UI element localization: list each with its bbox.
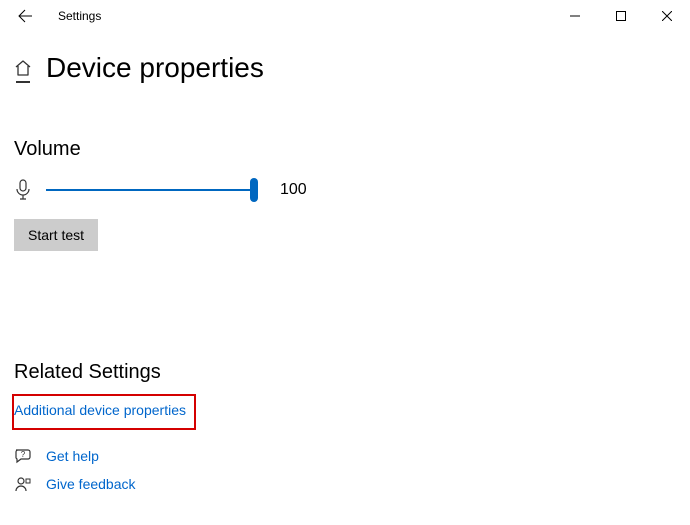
additional-device-properties-link[interactable]: Additional device properties [14,402,186,418]
volume-heading: Volume [14,138,676,161]
window-controls [552,0,690,32]
home-underline [16,81,30,83]
volume-control-row: 100 [14,179,676,201]
give-feedback-row: Give feedback [14,476,676,492]
volume-value: 100 [280,181,307,199]
titlebar: Settings [0,0,690,32]
highlighted-link-box: Additional device properties [12,394,196,430]
related-settings-heading: Related Settings [14,361,676,384]
start-test-button[interactable]: Start test [14,219,98,251]
content-area: Device properties Volume 100 Start test … [0,32,690,492]
page-title: Device properties [46,52,264,84]
home-button[interactable] [14,59,32,83]
minimize-icon [570,11,580,21]
minimize-button[interactable] [552,0,598,32]
give-feedback-link[interactable]: Give feedback [46,476,136,492]
close-button[interactable] [644,0,690,32]
close-icon [662,11,672,21]
home-icon [14,59,32,77]
app-title: Settings [58,9,101,23]
feedback-icon [14,476,32,492]
maximize-button[interactable] [598,0,644,32]
volume-slider[interactable] [46,180,256,200]
arrow-left-icon [17,8,33,24]
back-button[interactable] [8,0,42,32]
get-help-icon: ? [14,448,32,464]
page-header: Device properties [14,52,676,84]
slider-track [46,189,256,191]
slider-thumb[interactable] [250,178,258,202]
microphone-icon [14,179,32,201]
maximize-icon [616,11,626,21]
svg-text:?: ? [21,450,26,459]
get-help-link[interactable]: Get help [46,448,99,464]
get-help-row: ? Get help [14,448,676,464]
